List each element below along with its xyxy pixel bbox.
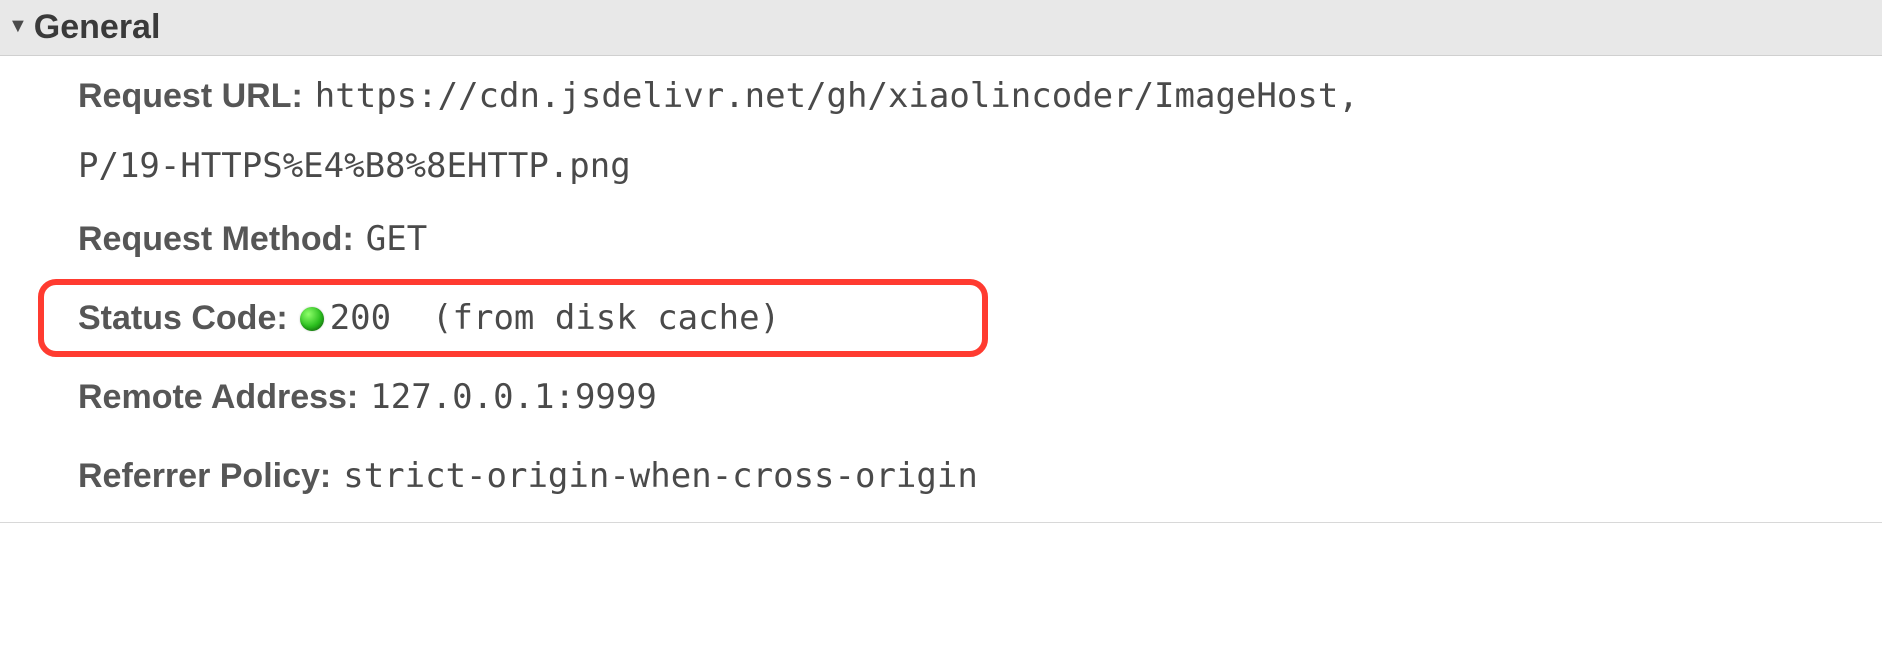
status-code-label: Status Code:	[78, 293, 288, 344]
status-code-row: Status Code: 200 (from disk cache)	[78, 293, 1882, 344]
general-content: Request URL: https://cdn.jsdelivr.net/gh/…	[0, 56, 1882, 523]
request-method-label: Request Method:	[78, 214, 354, 265]
remote-address-label: Remote Address:	[78, 372, 358, 423]
general-section-header[interactable]: ▼ General	[0, 0, 1882, 56]
request-method-row: Request Method: GET	[78, 214, 1882, 265]
request-url-value-line1: https://cdn.jsdelivr.net/gh/xiaolincoder…	[315, 76, 1359, 116]
referrer-policy-row: Referrer Policy: strict-origin-when-cros…	[78, 451, 1882, 502]
request-url-label: Request URL:	[78, 77, 303, 115]
status-code-hint: (from disk cache)	[391, 293, 780, 344]
request-method-value: GET	[366, 214, 427, 265]
referrer-policy-label: Referrer Policy:	[78, 451, 331, 502]
status-code-row-wrapper: Status Code: 200 (from disk cache)	[78, 293, 1882, 344]
referrer-policy-value: strict-origin-when-cross-origin	[343, 451, 978, 502]
request-url-value-line2: P/19-HTTPS%E4%B8%8EHTTP.png	[78, 146, 1578, 186]
section-title: General	[34, 8, 161, 47]
status-dot-icon	[300, 307, 324, 331]
status-code-value: 200	[330, 293, 391, 344]
remote-address-row: Remote Address: 127.0.0.1:9999	[78, 372, 1882, 423]
chevron-down-icon: ▼	[8, 16, 28, 36]
remote-address-value: 127.0.0.1:9999	[370, 372, 657, 423]
request-url-row: Request URL: https://cdn.jsdelivr.net/gh/…	[78, 76, 1578, 186]
